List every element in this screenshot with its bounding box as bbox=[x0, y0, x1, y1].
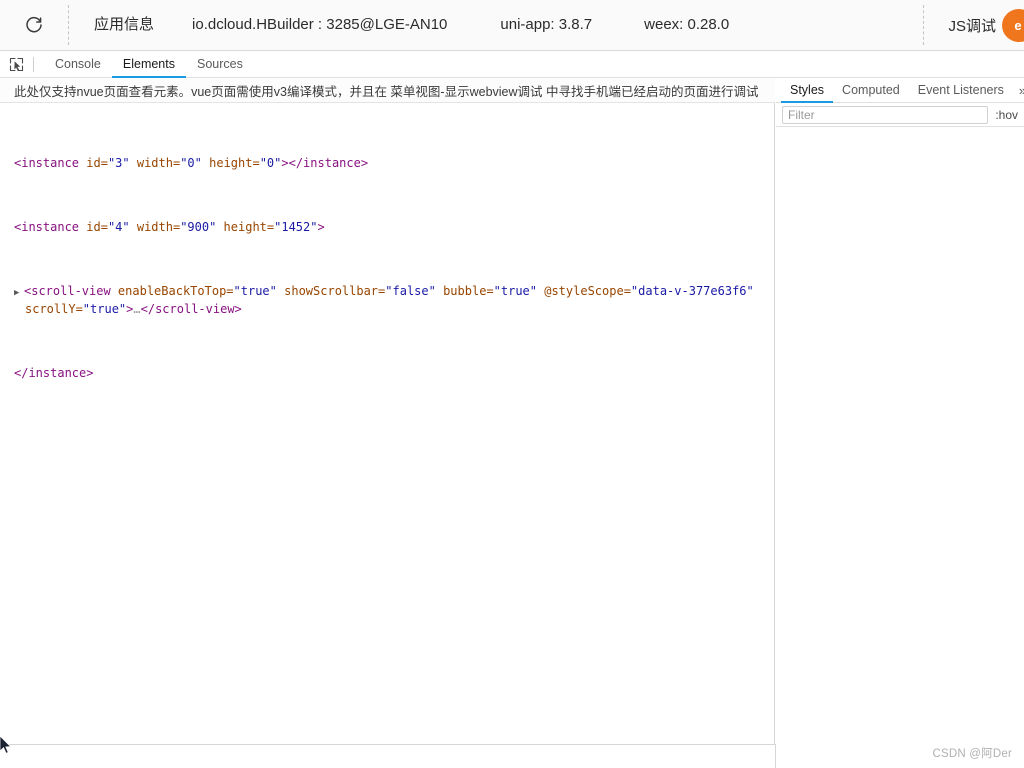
tab-elements-label: Elements bbox=[122, 56, 175, 71]
tag-close: > bbox=[281, 156, 289, 170]
attr-value: "true" bbox=[82, 302, 127, 316]
force-element-state-button[interactable]: :hov bbox=[995, 108, 1018, 122]
attr-value: "false" bbox=[385, 284, 436, 298]
inspect-element-button[interactable] bbox=[0, 51, 33, 77]
app-root: 应用信息 io.dcloud.HBuilder : 3285@LGE-AN10 … bbox=[0, 0, 1024, 768]
styles-sidebar-pane: Styles Computed Event Listeners » :hov bbox=[776, 78, 1024, 768]
bottom-drawer-pane bbox=[0, 745, 776, 768]
tag-open: <instance bbox=[14, 156, 80, 170]
inspect-element-icon bbox=[9, 57, 24, 72]
dom-node-instance-3[interactable]: <instance id="3" width="0" height="0"></… bbox=[14, 155, 764, 171]
header-separator-1 bbox=[68, 5, 69, 45]
collapsed-content-ellipsis: … bbox=[133, 302, 141, 316]
tab-event-listeners-label: Event Listeners bbox=[917, 82, 1004, 97]
tag-open: <scroll-view bbox=[24, 284, 111, 298]
attr-name: bubble= bbox=[435, 284, 494, 298]
tag-end: </instance> bbox=[288, 156, 369, 170]
tab-console-label: Console bbox=[55, 56, 101, 71]
tag-open: <instance bbox=[14, 220, 80, 234]
js-debug-button[interactable]: JS调试 bbox=[948, 15, 996, 36]
attr-name: width= bbox=[129, 220, 181, 234]
elements-tree-pane[interactable]: <instance id="3" width="0" height="0"></… bbox=[0, 103, 775, 744]
tab-styles-label: Styles bbox=[790, 82, 825, 97]
tab-elements[interactable]: Elements bbox=[111, 51, 186, 78]
attr-name: id= bbox=[79, 156, 108, 170]
nvue-notice-bar: 此处仅支持nvue页面查看元素。vue页面需使用v3编译模式，并且在 菜单视图-… bbox=[0, 78, 775, 103]
dom-node-instance-4[interactable]: <instance id="4" width="900" height="145… bbox=[14, 219, 764, 235]
dom-tree: <instance id="3" width="0" height="0"></… bbox=[0, 107, 774, 429]
tag-end: </scroll-view> bbox=[140, 302, 242, 316]
tag-end: </instance> bbox=[14, 366, 94, 380]
weex-version-label: weex: 0.28.0 bbox=[644, 16, 730, 33]
attr-name: height= bbox=[216, 220, 275, 234]
styles-filter-bar: :hov bbox=[776, 103, 1024, 127]
devtools-tab-bar: Console Elements Sources bbox=[0, 51, 1024, 78]
app-package-device-label: io.dcloud.HBuilder : 3285@LGE-AN10 bbox=[192, 16, 448, 33]
tab-console[interactable]: Console bbox=[44, 51, 112, 78]
tab-computed-label: Computed bbox=[842, 82, 900, 97]
app-header-bar: 应用信息 io.dcloud.HBuilder : 3285@LGE-AN10 … bbox=[0, 0, 1024, 51]
attr-name: @styleScope= bbox=[537, 284, 631, 298]
attr-name: height= bbox=[201, 156, 260, 170]
attr-value: "4" bbox=[107, 220, 130, 234]
header-separator-2 bbox=[923, 5, 925, 45]
tab-sources-label: Sources bbox=[196, 56, 243, 71]
tab-sources[interactable]: Sources bbox=[186, 51, 254, 78]
attr-value: "true" bbox=[493, 284, 537, 298]
reload-icon bbox=[24, 15, 44, 35]
attr-value: "900" bbox=[180, 220, 217, 234]
attr-value: "0" bbox=[259, 156, 282, 170]
tab-styles[interactable]: Styles bbox=[781, 78, 834, 103]
dom-node-scroll-view[interactable]: ▶ <scroll-view enableBackToTop="true" sho… bbox=[14, 283, 764, 317]
app-info-label: 应用信息 bbox=[94, 16, 155, 33]
uniapp-version-label: uni-app: 3.8.7 bbox=[500, 16, 593, 33]
styles-tab-bar: Styles Computed Event Listeners » bbox=[776, 78, 1024, 103]
attr-name: width= bbox=[129, 156, 181, 170]
expand-triangle-icon[interactable]: ▶ bbox=[14, 285, 24, 301]
nvue-notice-text: 此处仅支持nvue页面查看元素。vue页面需使用v3编译模式，并且在 菜单视图-… bbox=[14, 84, 759, 99]
toolbar-divider bbox=[33, 56, 34, 72]
attr-value: "3" bbox=[107, 156, 130, 170]
reload-button[interactable] bbox=[0, 0, 68, 50]
attr-value: "1452" bbox=[274, 220, 318, 234]
account-avatar-glyph: e bbox=[1014, 18, 1022, 33]
attr-name: id= bbox=[79, 220, 108, 234]
attr-value: "0" bbox=[180, 156, 202, 170]
attr-name: showScrollbar= bbox=[276, 284, 386, 298]
account-avatar-button[interactable]: e bbox=[1002, 9, 1024, 42]
more-tabs-chevron-icon[interactable]: » bbox=[1013, 78, 1024, 102]
styles-filter-input[interactable] bbox=[782, 105, 989, 124]
csdn-watermark: CSDN @阿Der bbox=[932, 748, 1012, 760]
tab-computed[interactable]: Computed bbox=[833, 78, 909, 103]
dom-node-instance-close[interactable]: </instance> bbox=[14, 365, 764, 381]
attr-value: "data-v-377e63f6" bbox=[630, 284, 754, 298]
attr-value: "true" bbox=[233, 284, 277, 298]
attr-name: enableBackToTop= bbox=[110, 284, 234, 298]
tag-close: > bbox=[317, 220, 325, 234]
tab-event-listeners[interactable]: Event Listeners bbox=[909, 78, 1013, 103]
